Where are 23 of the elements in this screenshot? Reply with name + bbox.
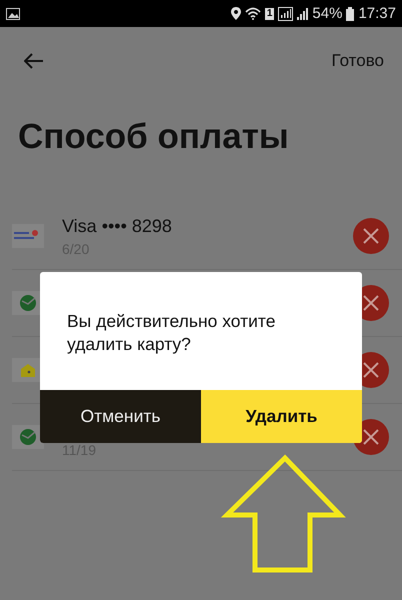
back-icon[interactable] <box>24 53 44 69</box>
sim-badge: 1 <box>264 8 274 20</box>
location-icon <box>230 7 241 20</box>
remove-card-button[interactable] <box>353 218 389 254</box>
card-name: Visa •••• 8298 <box>62 216 173 236</box>
close-icon <box>363 362 379 378</box>
dialog-message: Вы действительно хотите удалить карту? <box>66 310 276 356</box>
battery-icon <box>346 6 354 20</box>
done-button[interactable]: Готово <box>332 51 384 71</box>
close-icon <box>363 228 379 244</box>
close-icon <box>363 429 379 445</box>
cancel-button[interactable]: Отменить <box>40 390 201 443</box>
image-icon <box>6 8 20 20</box>
signal-icon <box>278 6 294 20</box>
battery-percent: 54% <box>312 5 342 22</box>
delete-button[interactable]: Удалить <box>201 390 362 443</box>
clock: 17:37 <box>358 5 396 22</box>
bank-logo-icon <box>12 425 44 449</box>
wifi-icon <box>244 7 261 20</box>
signal-icon <box>297 8 308 20</box>
close-icon <box>363 295 379 311</box>
bank-logo-icon <box>12 224 44 248</box>
page-title: Способ оплаты <box>17 116 290 158</box>
